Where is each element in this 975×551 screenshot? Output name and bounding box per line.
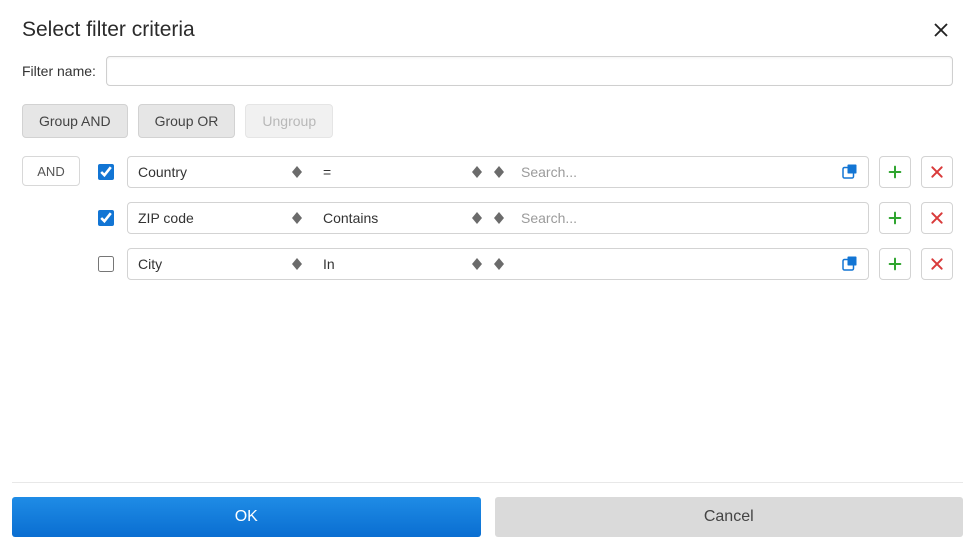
plus-icon: [887, 256, 903, 272]
row-checkbox[interactable]: [98, 164, 114, 180]
value-input-wrap: [511, 249, 830, 279]
field-select-label: ZIP code: [138, 210, 194, 226]
remove-row-button[interactable]: [921, 248, 953, 280]
value-input-wrap: [511, 203, 868, 233]
cancel-button[interactable]: Cancel: [495, 497, 964, 537]
sort-icon: [471, 164, 483, 180]
add-row-button[interactable]: [879, 202, 911, 234]
add-row-button[interactable]: [879, 248, 911, 280]
close-icon: [932, 21, 950, 39]
open-external-icon: [840, 255, 858, 273]
criteria-rows: Country =: [94, 156, 953, 294]
criteria-area: AND Country =: [22, 156, 953, 294]
sort-icon: [291, 164, 303, 180]
criteria-bar: ZIP code Contains: [127, 202, 869, 234]
dialog-header: Select filter criteria: [22, 18, 953, 42]
close-icon: [929, 164, 945, 180]
dialog-footer: OK Cancel: [12, 482, 963, 537]
add-row-button[interactable]: [879, 156, 911, 188]
row-checkbox[interactable]: [98, 256, 114, 272]
field-select[interactable]: ZIP code: [128, 203, 313, 233]
field-select[interactable]: City: [128, 249, 313, 279]
value-input-wrap: [511, 157, 830, 187]
operator-select-label: Contains: [323, 210, 378, 226]
value-input[interactable]: [511, 249, 830, 279]
operator-select-label: =: [323, 164, 331, 180]
criteria-row: Country =: [94, 156, 953, 188]
open-lookup-button[interactable]: [830, 157, 868, 187]
sort-icon: [471, 256, 483, 272]
field-select-label: City: [138, 256, 162, 272]
filter-name-label: Filter name:: [22, 63, 96, 79]
close-icon: [929, 210, 945, 226]
sort-icon: [493, 210, 505, 226]
plus-icon: [887, 210, 903, 226]
operator-select-label: In: [323, 256, 335, 272]
field-select[interactable]: Country: [128, 157, 313, 187]
remove-row-button[interactable]: [921, 202, 953, 234]
filter-name-input[interactable]: [106, 56, 953, 86]
close-icon: [929, 256, 945, 272]
sort-icon: [291, 210, 303, 226]
plus-icon: [887, 164, 903, 180]
field-select-label: Country: [138, 164, 187, 180]
operator-select[interactable]: =: [313, 157, 493, 187]
combinator-pill[interactable]: AND: [22, 156, 80, 186]
remove-row-button[interactable]: [921, 156, 953, 188]
open-lookup-button[interactable]: [830, 249, 868, 279]
criteria-bar: City In: [127, 248, 869, 280]
ok-button[interactable]: OK: [12, 497, 481, 537]
criteria-bar: Country =: [127, 156, 869, 188]
filter-dialog: Select filter criteria Filter name: Grou…: [0, 0, 975, 294]
ungroup-button: Ungroup: [245, 104, 333, 138]
value-input[interactable]: [511, 157, 830, 187]
operator-select[interactable]: Contains: [313, 203, 493, 233]
criteria-row: City In: [94, 248, 953, 280]
sort-icon: [493, 256, 505, 272]
group-buttons: Group AND Group OR Ungroup: [22, 104, 953, 138]
row-checkbox[interactable]: [98, 210, 114, 226]
criteria-row: ZIP code Contains: [94, 202, 953, 234]
close-button[interactable]: [929, 18, 953, 42]
group-or-button[interactable]: Group OR: [138, 104, 236, 138]
filter-name-row: Filter name:: [22, 56, 953, 86]
dialog-title: Select filter criteria: [22, 18, 195, 42]
sort-icon: [291, 256, 303, 272]
sort-icon: [493, 164, 505, 180]
value-input[interactable]: [511, 203, 868, 233]
open-external-icon: [840, 163, 858, 181]
sort-icon: [471, 210, 483, 226]
group-and-button[interactable]: Group AND: [22, 104, 128, 138]
operator-select[interactable]: In: [313, 249, 493, 279]
